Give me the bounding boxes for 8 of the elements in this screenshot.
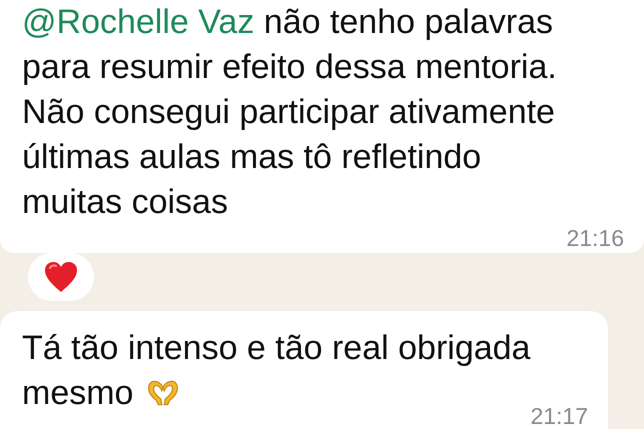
message-time: 21:16 [566,225,624,251]
message-text: mesmo [22,373,134,414]
heart-icon [44,261,78,293]
mention-link[interactable]: @Rochelle Vaz [22,3,254,41]
message-time: 21:17 [530,403,588,429]
reaction-badge[interactable] [28,253,94,301]
message-text: Tá tão intenso e tão real obrigada [22,328,530,369]
message-text: @Rochelle Vaz não tenho palavras para resumir efeito dessa mentoria. Não consegui participar ativamente últimas aulas mas tô refletindo muitas coisas [22,2,558,223]
